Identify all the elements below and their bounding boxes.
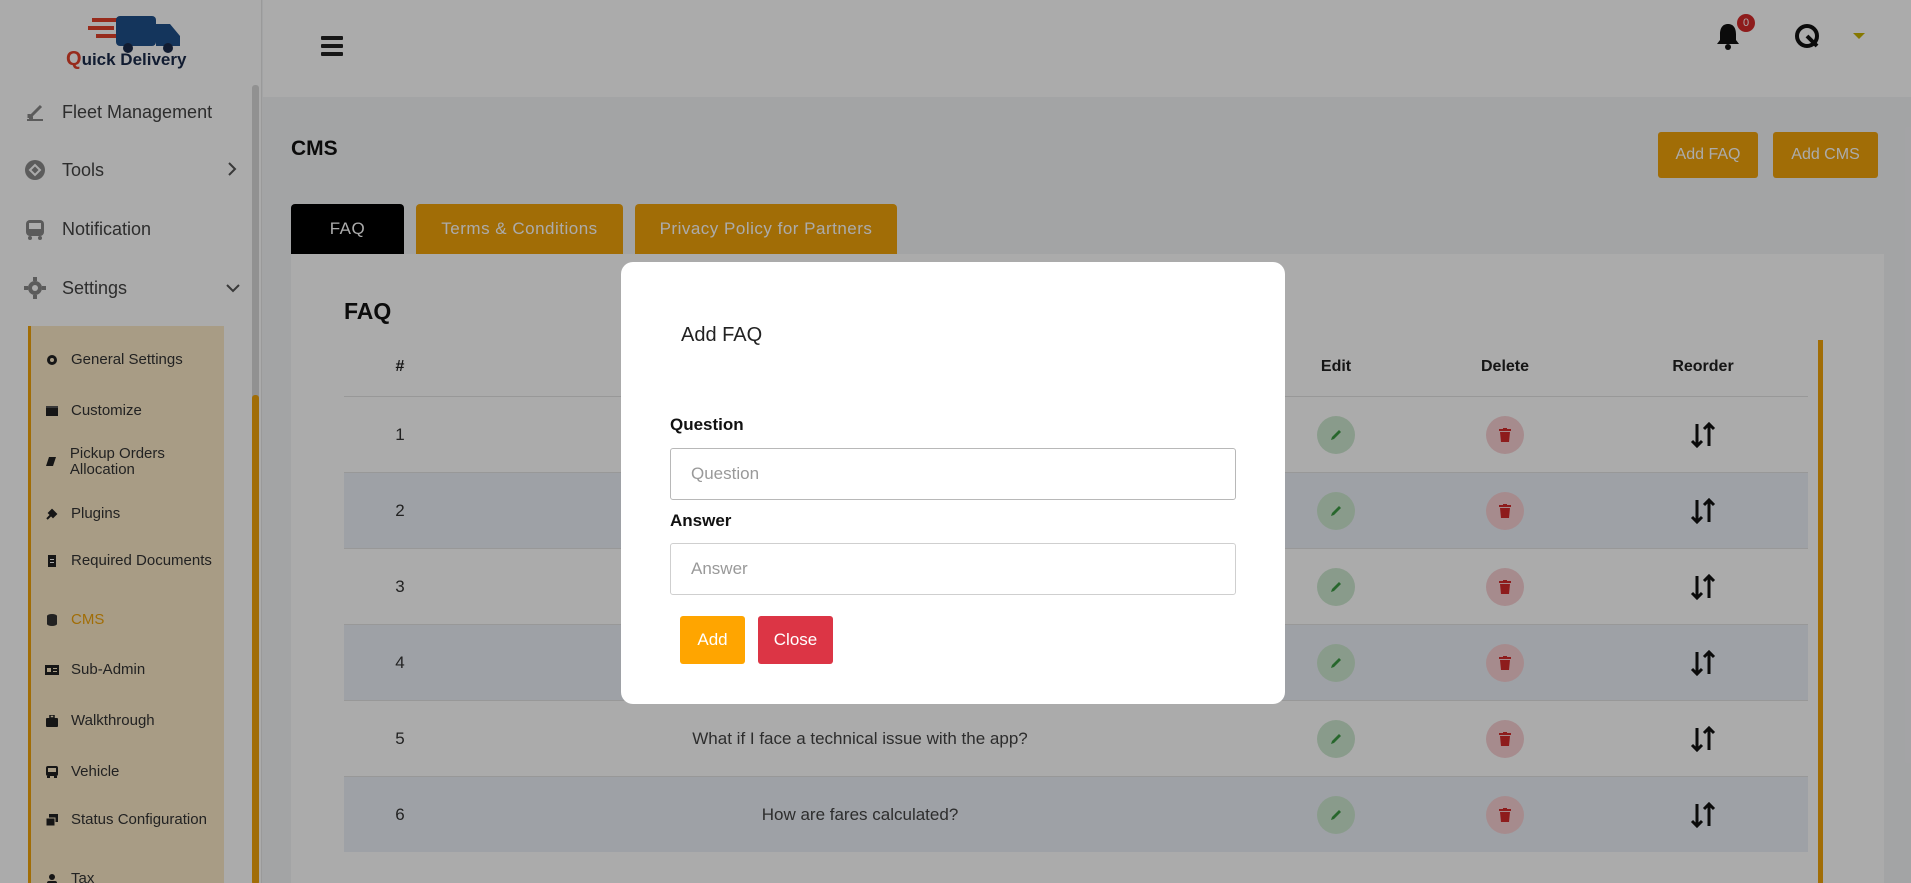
answer-label: Answer <box>670 511 732 530</box>
add-button[interactable]: Add <box>680 616 745 664</box>
modal-title: Add FAQ <box>681 324 763 346</box>
question-label: Question <box>670 415 744 434</box>
answer-input[interactable] <box>670 543 1236 595</box>
close-button[interactable]: Close <box>758 616 833 664</box>
add-faq-modal: Add FAQ Question Answer Add Close <box>621 262 1285 704</box>
question-input[interactable] <box>670 448 1236 500</box>
